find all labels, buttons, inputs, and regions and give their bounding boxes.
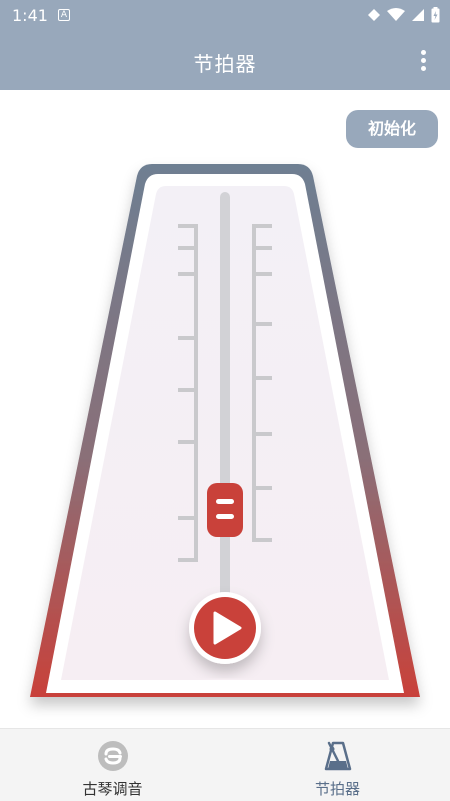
battery-icon: [431, 7, 440, 23]
metronome-icon: [324, 741, 352, 771]
tempo-slider-handle[interactable]: [207, 483, 243, 537]
nav-item-tuner[interactable]: 古琴调音: [0, 729, 225, 801]
nav-label-tuner: 古琴调音: [82, 780, 143, 798]
more-menu-button[interactable]: [418, 50, 428, 76]
notification-icon: A: [58, 9, 70, 21]
status-bar: 1:41 A: [0, 0, 450, 32]
pendulum-rod: [220, 192, 230, 612]
nav-label-metronome: 节拍器: [314, 780, 360, 798]
play-button[interactable]: [189, 592, 261, 664]
more-vert-icon: [420, 66, 426, 71]
status-time: 1:41: [12, 6, 48, 25]
more-vert-icon: [420, 50, 426, 55]
wifi-icon: [387, 8, 405, 21]
page-title: 节拍器: [193, 52, 257, 76]
reset-button[interactable]: 初始化: [346, 110, 438, 148]
nav-item-metronome[interactable]: 节拍器: [225, 729, 450, 801]
status-icons: [367, 7, 440, 23]
more-vert-icon: [420, 58, 426, 63]
signal-diamond-icon: [368, 9, 380, 21]
tuner-icon: [98, 741, 128, 771]
app-bar: 节拍器: [0, 32, 450, 90]
bottom-nav: 古琴调音 节拍器: [0, 728, 450, 801]
metronome-body: [30, 164, 420, 697]
cell-signal-icon: [412, 9, 424, 21]
